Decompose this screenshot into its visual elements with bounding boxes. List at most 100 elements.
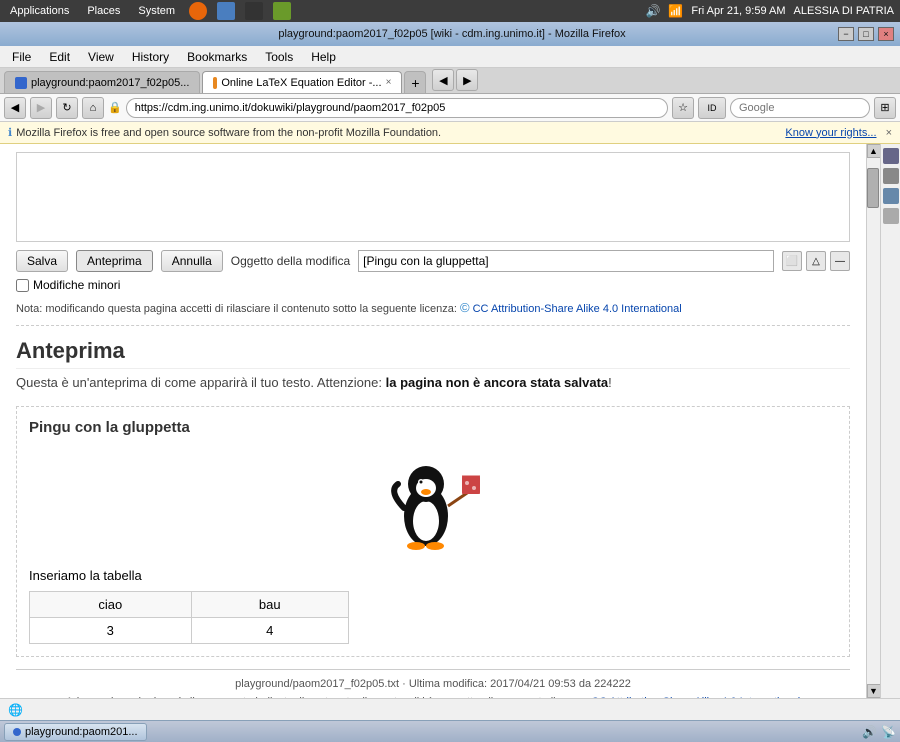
minimize-button[interactable]: − bbox=[838, 27, 854, 41]
network-icon: 📶 bbox=[668, 4, 683, 18]
table-row-0: 3 4 bbox=[30, 618, 349, 644]
audio-icon: 🔊 bbox=[645, 4, 660, 18]
footer-license-link[interactable]: CC Attribution-Share Alike 4.0 Internati… bbox=[591, 696, 800, 698]
sidebar-icon-4[interactable] bbox=[883, 208, 899, 224]
os-bar-right: 🔊 📶 Fri Apr 21, 9:59 AM ALESSIA DI PATRI… bbox=[645, 4, 894, 18]
menu-edit[interactable]: Edit bbox=[41, 48, 78, 66]
new-tab-button[interactable]: + bbox=[404, 71, 426, 93]
page-wrapper: Salva Anteprima Annulla Oggetto della mo… bbox=[0, 144, 866, 698]
info-bar: ℹ Mozilla Firefox is free and open sourc… bbox=[0, 122, 900, 144]
address-bar: ◀ ▶ ↻ ⌂ 🔒 ☆ ID ⊞ bbox=[0, 94, 900, 122]
minor-edits-label: Modifiche minori bbox=[33, 278, 120, 292]
minor-edits-checkbox[interactable] bbox=[16, 279, 29, 292]
window-controls[interactable]: − □ × bbox=[838, 27, 894, 41]
lock-icon: 🔒 bbox=[108, 101, 122, 114]
username: ALESSIA DI PATRIA bbox=[794, 5, 894, 17]
table-cell-0-0: 3 bbox=[30, 618, 192, 644]
tab-0[interactable]: playground:paom2017_f02p05... bbox=[4, 71, 200, 93]
close-button[interactable]: × bbox=[878, 27, 894, 41]
edit-icons: ⬜ △ — bbox=[782, 251, 850, 271]
search-input[interactable] bbox=[730, 98, 870, 118]
edit-icon-2[interactable]: △ bbox=[806, 251, 826, 271]
maximize-button[interactable]: □ bbox=[858, 27, 874, 41]
info-icon: ℹ bbox=[8, 126, 12, 139]
content-section: Pingu con la gluppetta bbox=[16, 406, 850, 657]
preview-button[interactable]: Anteprima bbox=[76, 250, 153, 272]
table-col-bau: bau bbox=[191, 592, 348, 618]
identity-button[interactable]: ID bbox=[698, 97, 726, 119]
tab-1[interactable]: Online LaTeX Equation Editor -... × bbox=[202, 71, 402, 93]
tab-1-label: Online LaTeX Equation Editor -... bbox=[221, 77, 381, 89]
url-input[interactable] bbox=[126, 98, 668, 118]
menu-history[interactable]: History bbox=[124, 48, 177, 66]
menu-bar: File Edit View History Bookmarks Tools H… bbox=[0, 46, 900, 68]
wiki-editor[interactable] bbox=[16, 152, 850, 242]
edit-icon-3[interactable]: — bbox=[830, 251, 850, 271]
places-menu[interactable]: Places bbox=[83, 5, 124, 17]
network-status-icon: 📡 bbox=[881, 725, 896, 739]
license-note-text: Nota: modificando questa pagina accetti … bbox=[16, 303, 457, 315]
reload-button[interactable]: ↻ bbox=[56, 97, 78, 119]
status-bar: 🌐 bbox=[0, 698, 900, 720]
back-button[interactable]: ◀ bbox=[4, 97, 26, 119]
speaker-icon[interactable]: 🔊 bbox=[862, 725, 877, 739]
license-link[interactable]: CC Attribution-Share Alike 4.0 Internati… bbox=[473, 303, 682, 315]
taskbar-dot bbox=[13, 728, 21, 736]
tab-scroll-left[interactable]: ◀ bbox=[432, 69, 454, 91]
taskbar: playground:paom201... 🔊 📡 bbox=[0, 720, 900, 742]
cancel-button[interactable]: Annulla bbox=[161, 250, 223, 272]
taskbar-item-label: playground:paom201... bbox=[25, 726, 138, 738]
forward-button[interactable]: ▶ bbox=[30, 97, 52, 119]
tab-1-close[interactable]: × bbox=[386, 77, 392, 88]
title-bar: playground:paom2017_f02p05 [wiki - cdm.i… bbox=[0, 22, 900, 46]
preview-subtitle: Questa è un'anteprima di come apparirà i… bbox=[16, 375, 850, 390]
status-icon: 🌐 bbox=[8, 703, 23, 717]
content-scroll[interactable]: Salva Anteprima Annulla Oggetto della mo… bbox=[0, 144, 866, 698]
scroll-down-button[interactable]: ▼ bbox=[867, 684, 881, 698]
summary-input[interactable] bbox=[358, 250, 774, 272]
firefox-icon bbox=[189, 2, 207, 20]
sidebar-icon-1[interactable] bbox=[883, 148, 899, 164]
taskbar-firefox-button[interactable]: playground:paom201... bbox=[4, 723, 147, 741]
menu-file[interactable]: File bbox=[4, 48, 39, 66]
browser-content: Salva Anteprima Annulla Oggetto della mo… bbox=[0, 144, 900, 698]
preview-subtitle-after: ! bbox=[608, 375, 612, 390]
menu-tools[interactable]: Tools bbox=[257, 48, 301, 66]
cc-icon: © bbox=[460, 300, 470, 315]
window-title: playground:paom2017_f02p05 [wiki - cdm.i… bbox=[66, 28, 838, 40]
system-menu[interactable]: System bbox=[134, 5, 179, 17]
know-rights-link[interactable]: Know your rights... bbox=[785, 127, 876, 139]
datetime: Fri Apr 21, 9:59 AM bbox=[691, 5, 785, 17]
penguin-image bbox=[378, 446, 488, 556]
edit-icon-1[interactable]: ⬜ bbox=[782, 251, 802, 271]
sidebar-icon-2[interactable] bbox=[883, 168, 899, 184]
section-title: Pingu con la gluppetta bbox=[29, 419, 837, 436]
tab-0-label: playground:paom2017_f02p05... bbox=[31, 77, 189, 89]
scroll-up-button[interactable]: ▲ bbox=[867, 144, 881, 158]
terminal-icon bbox=[245, 2, 263, 20]
table-cell-0-1: 4 bbox=[191, 618, 348, 644]
tab-bar: playground:paom2017_f02p05... Online LaT… bbox=[0, 68, 900, 94]
menu-help[interactable]: Help bbox=[303, 48, 344, 66]
info-close-icon[interactable]: × bbox=[886, 127, 892, 139]
bookmark-button[interactable]: ☆ bbox=[672, 97, 694, 119]
os-top-bar: Applications Places System 🔊 📶 Fri Apr 2… bbox=[0, 0, 900, 22]
scroll-thumb[interactable] bbox=[867, 168, 879, 208]
sidebar-icon-3[interactable] bbox=[883, 188, 899, 204]
save-button[interactable]: Salva bbox=[16, 250, 68, 272]
minor-edits-row: Modifiche minori bbox=[16, 278, 850, 292]
applications-menu[interactable]: Applications bbox=[6, 5, 73, 17]
menu-bookmarks[interactable]: Bookmarks bbox=[179, 48, 255, 66]
home-button[interactable]: ⌂ bbox=[82, 97, 104, 119]
search-go-button[interactable]: ⊞ bbox=[874, 97, 896, 119]
menu-view[interactable]: View bbox=[80, 48, 122, 66]
preview-title: Anteprima bbox=[16, 338, 850, 369]
scrollbar[interactable]: ▲ ▼ bbox=[866, 144, 880, 698]
file-manager-icon bbox=[217, 2, 235, 20]
scroll-track bbox=[867, 158, 880, 684]
preview-subtitle-before: Questa è un'anteprima di come apparirà i… bbox=[16, 375, 382, 390]
table-label: Inseriamo la tabella bbox=[29, 568, 837, 583]
footer-text: playground/paom2017_f02p05.txt · Ultima … bbox=[235, 678, 631, 690]
tab-scroll-right[interactable]: ▶ bbox=[456, 69, 478, 91]
toolbar-row: Salva Anteprima Annulla Oggetto della mo… bbox=[16, 250, 850, 272]
